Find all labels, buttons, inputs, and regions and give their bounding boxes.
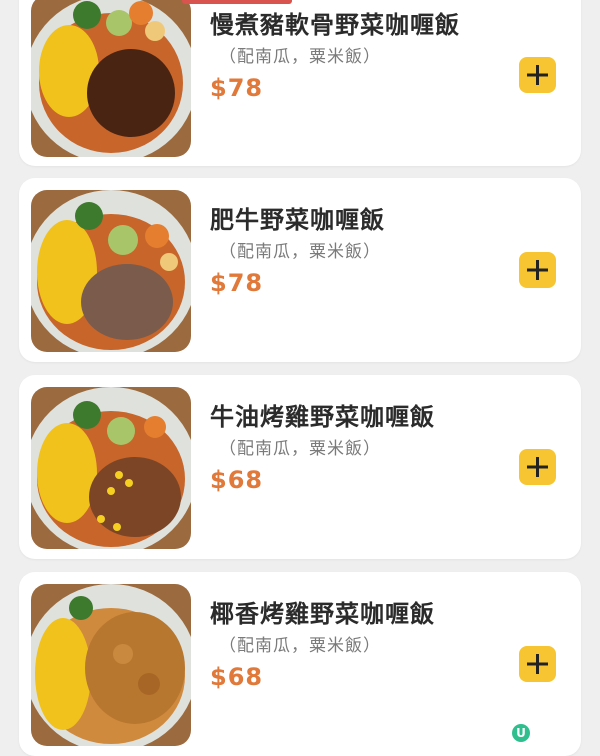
item-price: $78 — [210, 74, 264, 102]
item-name: 肥牛野菜咖喱飯 — [210, 206, 385, 234]
add-to-cart-button[interactable] — [519, 57, 556, 93]
plus-icon — [527, 260, 548, 280]
plus-icon — [527, 65, 548, 85]
item-price: $68 — [210, 466, 264, 494]
add-to-cart-button[interactable] — [519, 449, 556, 485]
item-price: $78 — [210, 269, 264, 297]
item-name: 椰香烤雞野菜咖喱飯 — [210, 600, 435, 628]
item-name: 慢煮豬軟骨野菜咖喱飯 — [210, 11, 460, 39]
food-photo — [31, 387, 191, 549]
item-name: 牛油烤雞野菜咖喱飯 — [210, 403, 435, 431]
item-note: （配南瓜，粟米飯） — [219, 439, 381, 459]
add-to-cart-button[interactable] — [519, 252, 556, 288]
item-note: （配南瓜，粟米飯） — [219, 636, 381, 656]
menu-item-card[interactable]: 肥牛野菜咖喱飯 （配南瓜，粟米飯） $78 — [19, 178, 581, 362]
menu-item-card[interactable]: 椰香烤雞野菜咖喱飯 （配南瓜，粟米飯） $68 — [19, 572, 581, 756]
item-note: （配南瓜，粟米飯） — [219, 242, 381, 262]
item-note: （配南瓜，粟米飯） — [219, 47, 381, 67]
plus-icon — [527, 654, 548, 674]
add-to-cart-button[interactable] — [519, 646, 556, 682]
u-logo-icon: U — [512, 724, 530, 742]
plus-icon — [527, 457, 548, 477]
scroll-indicator — [182, 0, 292, 4]
food-photo — [31, 584, 191, 746]
food-photo — [31, 190, 191, 352]
item-price: $68 — [210, 663, 264, 691]
menu-item-card[interactable]: 慢煮豬軟骨野菜咖喱飯 （配南瓜，粟米飯） $78 — [19, 0, 581, 166]
food-photo — [31, 0, 191, 157]
menu-item-card[interactable]: 牛油烤雞野菜咖喱飯 （配南瓜，粟米飯） $68 — [19, 375, 581, 559]
